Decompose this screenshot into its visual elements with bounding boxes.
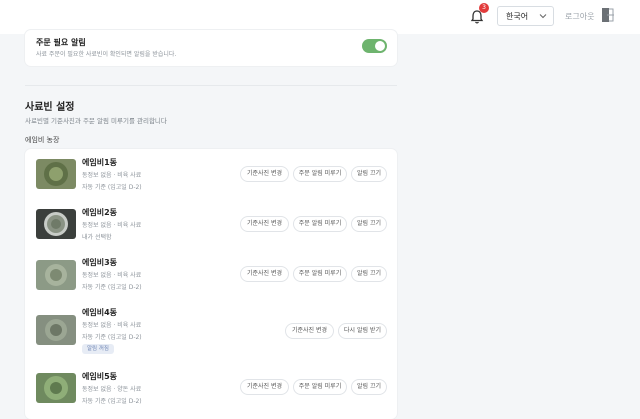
turn-off-alert-button[interactable]: 알림 끄기 <box>351 166 387 182</box>
chevron-down-icon <box>539 14 547 19</box>
bin-list-card: 에임비1동 동정보 없음 · 비육 사료 자동 기준 (입고일 D-2) 기준사… <box>25 149 397 419</box>
bin-name: 에임비4동 <box>82 308 118 317</box>
bin-feed-info: 동정보 없음 · 비육 사료 <box>82 222 142 229</box>
logout-button[interactable]: 로그아웃 <box>565 11 594 22</box>
resume-alert-button[interactable]: 다시 알림 받기 <box>338 323 387 339</box>
snooze-order-alert-button[interactable]: 주문 알림 미루기 <box>293 266 347 282</box>
bin-reference-info: 자동 기준 (입고일 D-2) <box>82 184 142 191</box>
bin-name: 에임비3동 <box>82 258 118 267</box>
bin-name: 에임비2동 <box>82 208 118 217</box>
bin-reference-info: 내가 선택함 <box>82 234 112 241</box>
order-alert-title: 주문 필요 알림 <box>36 38 86 47</box>
bin-reference-info: 자동 기준 (입고일 D-2) <box>82 284 142 291</box>
bin-photo-thumbnail[interactable] <box>36 159 76 189</box>
section-divider <box>25 85 397 86</box>
language-select[interactable]: 한국어 <box>497 6 554 26</box>
change-reference-photo-button[interactable]: 기준사진 변경 <box>240 379 289 395</box>
bin-feed-info: 동정보 없음 · 양돈 사료 <box>82 386 142 393</box>
notification-count-badge: 3 <box>479 3 489 13</box>
toggle-knob <box>375 41 385 51</box>
bin-name: 에임비5동 <box>82 372 118 381</box>
order-alert-toggle[interactable] <box>362 39 387 53</box>
bin-photo-thumbnail[interactable] <box>36 373 76 403</box>
order-alert-description: 사료 주문이 필요한 사료빈이 확인되면 알림을 받습니다. <box>36 51 177 58</box>
bin-photo-thumbnail[interactable] <box>36 209 76 239</box>
top-bar: 3 한국어 로그아웃 <box>0 0 640 34</box>
bin-reference-info: 자동 기준 (입고일 D-2) <box>82 334 142 341</box>
order-alert-card: 주문 필요 알림 사료 주문이 필요한 사료빈이 확인되면 알림을 받습니다. <box>25 30 397 66</box>
bin-settings-title: 사료빈 설정 <box>25 102 75 113</box>
bin-photo-thumbnail[interactable] <box>36 315 76 345</box>
turn-off-alert-button[interactable]: 알림 끄기 <box>351 266 387 282</box>
change-reference-photo-button[interactable]: 기준사진 변경 <box>240 166 289 182</box>
change-reference-photo-button[interactable]: 기준사진 변경 <box>285 323 334 339</box>
snooze-order-alert-button[interactable]: 주문 알림 미루기 <box>293 379 347 395</box>
language-select-value: 한국어 <box>506 12 529 21</box>
bin-feed-info: 동정보 없음 · 비육 사료 <box>82 172 142 179</box>
snooze-order-alert-button[interactable]: 주문 알림 미루기 <box>293 216 347 232</box>
change-reference-photo-button[interactable]: 기준사진 변경 <box>240 216 289 232</box>
snooze-order-alert-button[interactable]: 주문 알림 미루기 <box>293 166 347 182</box>
bin-row: 에임비1동 동정보 없음 · 비육 사료 자동 기준 (입고일 D-2) 기준사… <box>25 149 397 199</box>
farm-name: 에임비 농장 <box>25 136 60 144</box>
bin-row: 에임비3동 동정보 없음 · 비육 사료 자동 기준 (입고일 D-2) 기준사… <box>25 249 397 299</box>
bin-feed-info: 동정보 없음 · 비육 사료 <box>82 322 142 329</box>
bin-row: 에임비4동 동정보 없음 · 비육 사료 자동 기준 (입고일 D-2) 알림 … <box>25 299 397 363</box>
turn-off-alert-button[interactable]: 알림 끄기 <box>351 216 387 232</box>
bin-row: 에임비5동 동정보 없음 · 양돈 사료 자동 기준 (입고일 D-2) 기준사… <box>25 363 397 419</box>
turn-off-alert-button[interactable]: 알림 끄기 <box>351 379 387 395</box>
alert-off-badge: 알림 꺼짐 <box>82 344 114 354</box>
bin-settings-description: 사료빈별 기준사진과 주문 알림 미루기를 관리합니다 <box>25 117 167 125</box>
logout-icon[interactable] <box>601 7 615 23</box>
bin-reference-info: 자동 기준 (입고일 D-2) <box>82 398 142 405</box>
change-reference-photo-button[interactable]: 기준사진 변경 <box>240 266 289 282</box>
bin-name: 에임비1동 <box>82 158 118 167</box>
bin-photo-thumbnail[interactable] <box>36 260 76 290</box>
bin-row: 에임비2동 동정보 없음 · 비육 사료 내가 선택함 기준사진 변경 주문 알… <box>25 199 397 249</box>
bin-feed-info: 동정보 없음 · 비육 사료 <box>82 272 142 279</box>
